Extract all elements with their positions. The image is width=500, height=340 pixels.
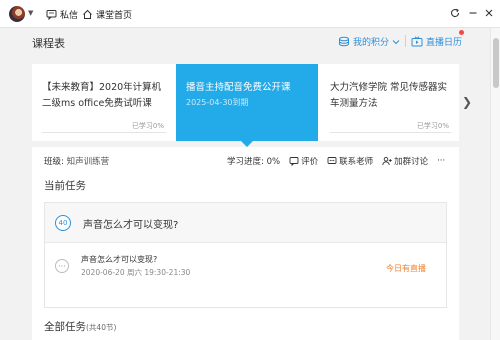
live-today-badge[interactable]: 今日有直播 bbox=[386, 263, 426, 274]
live-calendar-label: 直播日历 bbox=[426, 38, 463, 48]
minimize-button[interactable] bbox=[466, 6, 480, 20]
current-task-card: 40 声音怎么才可以变现? 声音怎么才可以变现? 2020-06-20 周六 1… bbox=[44, 202, 447, 308]
course-card[interactable]: 大力汽修学院 常见传感器实车测量方法 已学习0% bbox=[320, 64, 459, 141]
chevron-down-icon[interactable]: ▼ bbox=[28, 9, 33, 17]
notification-dot bbox=[459, 30, 464, 35]
review-label: 评价 bbox=[301, 157, 319, 167]
minimize-icon bbox=[469, 12, 477, 14]
course-detail-panel: 班级: 知声训练营 学习进度: 0% 评价 联系老师 加群讨论 ··· 当前任务… bbox=[32, 147, 459, 340]
lesson-title: 声音怎么才可以变现? bbox=[81, 255, 158, 264]
join-group-label: 加群讨论 bbox=[394, 157, 429, 167]
messages-label: 私信 bbox=[60, 10, 79, 21]
classroom-home-label: 课堂首页 bbox=[96, 10, 133, 21]
all-tasks-label: 全部任务 bbox=[44, 321, 86, 333]
home-icon bbox=[83, 9, 92, 19]
my-points-button[interactable]: 我的积分 bbox=[338, 35, 400, 48]
chevron-right-icon[interactable]: ❯ bbox=[462, 95, 472, 109]
task-title: 声音怎么才可以变现? bbox=[83, 220, 179, 231]
my-points-label: 我的积分 bbox=[353, 38, 390, 48]
top-bar: ▼ 私信 课堂首页 bbox=[0, 0, 500, 28]
header-divider bbox=[405, 35, 406, 47]
lesson-time: 2020-06-20 周六 19:30-21:30 bbox=[81, 268, 191, 277]
messages-button[interactable]: 私信 bbox=[46, 7, 78, 21]
page-title: 课程表 bbox=[32, 37, 65, 50]
contact-teacher-button[interactable]: 联系老师 bbox=[327, 155, 373, 167]
class-label: 班级: bbox=[44, 157, 64, 167]
message-icon bbox=[46, 9, 57, 20]
add-user-icon bbox=[382, 156, 392, 166]
coins-icon bbox=[339, 36, 349, 47]
review-icon bbox=[289, 157, 299, 166]
join-group-button[interactable]: 加群讨论 bbox=[382, 155, 428, 167]
course-expiry: 2025-04-30到期 bbox=[186, 98, 249, 107]
course-card-title: 大力汽修学院 常见传感器实车测量方法 bbox=[330, 82, 448, 109]
classroom-home-button[interactable]: 课堂首页 bbox=[82, 7, 132, 21]
contact-teacher-label: 联系老师 bbox=[339, 157, 374, 167]
all-tasks-count: (共40节) bbox=[86, 323, 117, 332]
lesson-item[interactable]: 声音怎么才可以变现? 2020-06-20 周六 19:30-21:30 今日有… bbox=[45, 243, 446, 307]
course-card-active[interactable]: 播音主持配音免费公开课 2025-04-30到期 bbox=[176, 64, 318, 141]
refresh-button[interactable] bbox=[448, 6, 462, 20]
course-card-title: 【未来教育】2020年计算机二级ms office免费试听课 bbox=[42, 82, 162, 109]
chevron-down-icon bbox=[392, 39, 400, 44]
live-tv-icon bbox=[411, 36, 423, 47]
refresh-icon bbox=[451, 8, 460, 18]
task-header[interactable]: 40 声音怎么才可以变现? bbox=[45, 203, 446, 243]
class-name: 知声训练营 bbox=[66, 157, 110, 167]
scrollbar[interactable] bbox=[490, 28, 500, 340]
course-actions: 学习进度: 0% 评价 联系老师 加群讨论 ··· bbox=[227, 155, 454, 167]
course-progress-text: 已学习0% bbox=[416, 122, 449, 130]
current-tasks-title: 当前任务 bbox=[44, 180, 86, 192]
close-button[interactable] bbox=[482, 6, 496, 20]
more-button[interactable]: ··· bbox=[437, 156, 445, 166]
all-tasks-title: 全部任务(共40节) bbox=[44, 319, 116, 334]
course-carousel: 【未来教育】2020年计算机二级ms office免费试听课 已学习0% 播音主… bbox=[32, 64, 459, 141]
avatar[interactable] bbox=[9, 6, 25, 22]
live-calendar-button[interactable]: 直播日历 bbox=[411, 35, 462, 48]
close-icon bbox=[485, 9, 493, 17]
course-card-title: 播音主持配音免费公开课 bbox=[186, 82, 291, 93]
task-number-badge: 40 bbox=[55, 215, 71, 231]
live-lesson-icon bbox=[55, 259, 69, 273]
class-info: 班级: 知声训练营 bbox=[44, 155, 109, 167]
course-card[interactable]: 【未来教育】2020年计算机二级ms office免费试听课 已学习0% bbox=[32, 64, 174, 141]
course-progress-bar bbox=[42, 132, 166, 133]
scroll-thumb[interactable] bbox=[493, 38, 499, 88]
review-button[interactable]: 评价 bbox=[289, 155, 318, 167]
chat-icon bbox=[327, 157, 337, 164]
course-progress-text: 已学习0% bbox=[131, 122, 164, 130]
course-progress-bar bbox=[330, 132, 451, 133]
study-progress: 学习进度: 0% bbox=[227, 157, 281, 167]
